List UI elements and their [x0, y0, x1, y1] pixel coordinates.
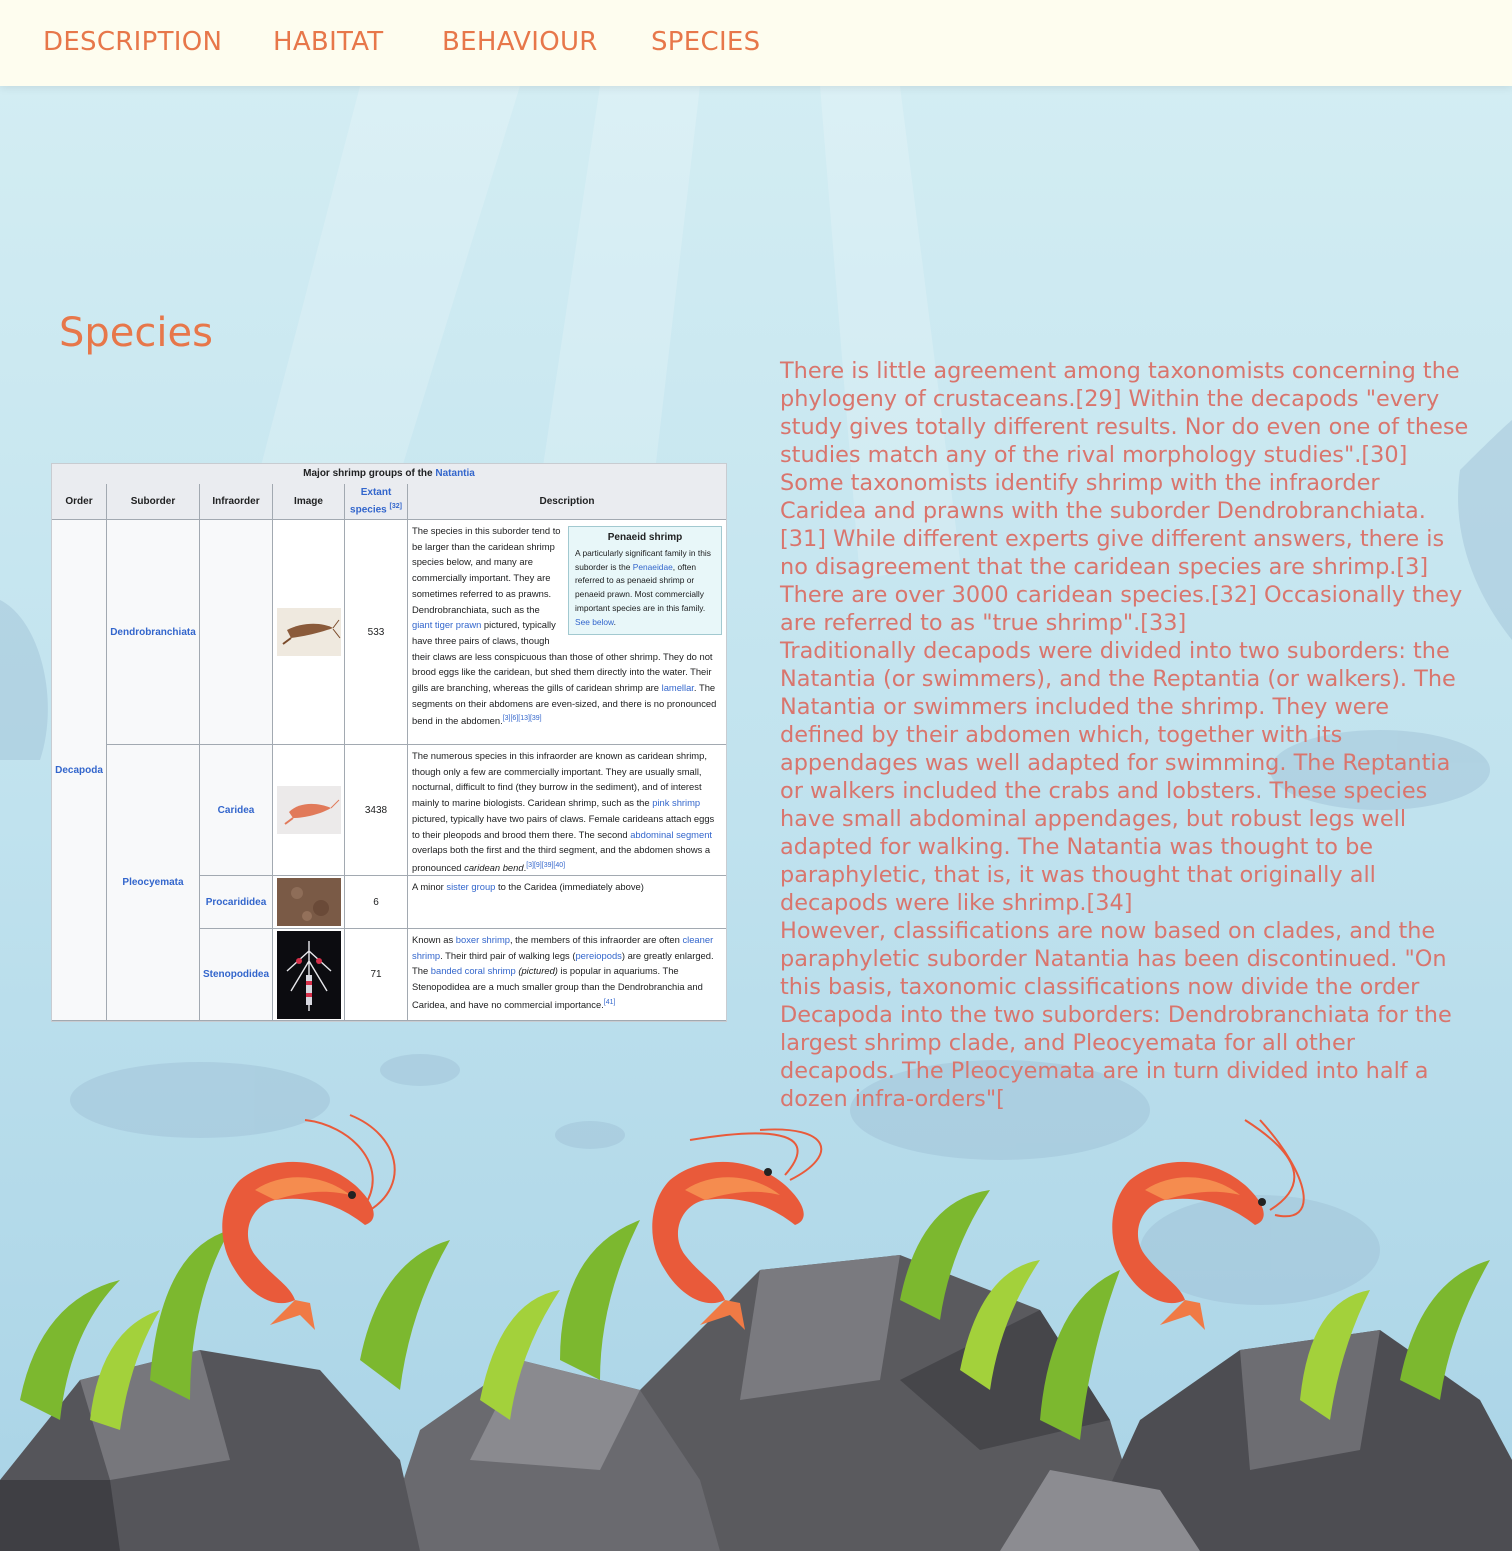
caridean-bend-text: caridean bend — [464, 862, 524, 874]
natantia-link[interactable]: Natantia — [435, 468, 474, 479]
species-article: There is little agreement among taxonomi… — [780, 357, 1470, 1113]
infobox-title: Penaeid shrimp — [607, 532, 683, 543]
procarididea-link[interactable]: Procarididea — [206, 897, 267, 908]
infraorder-cell-empty — [200, 520, 273, 745]
header-suborder: Suborder — [107, 484, 200, 520]
giant-tiger-prawn-link[interactable]: giant tiger prawn — [412, 619, 481, 630]
infraorder-cell: Caridea — [200, 745, 273, 876]
species-count: 71 — [345, 929, 408, 1021]
order-cell: Decapoda — [52, 520, 107, 1021]
header-extant-species: Extant species [32] — [345, 484, 408, 520]
sister-group-link[interactable]: sister group — [446, 881, 495, 892]
description-text: The species in this suborder tend to be … — [412, 525, 561, 615]
shrimp-groups-table: Major shrimp groups of the Natantia Orde… — [51, 463, 727, 1022]
procarididea-image[interactable] — [276, 878, 341, 926]
table-caption: Major shrimp groups of the Natantia — [52, 464, 726, 485]
page-title: Species — [59, 310, 213, 356]
dendrobranchiata-link[interactable]: Dendrobranchiata — [110, 627, 196, 638]
header-description: Description — [408, 484, 726, 520]
pink-shrimp-image[interactable] — [276, 786, 341, 834]
boxer-shrimp-link[interactable]: boxer shrimp — [456, 934, 510, 945]
species-count: 6 — [345, 876, 408, 929]
stenopodidea-link[interactable]: Stenopodidea — [203, 969, 269, 980]
image-cell — [273, 876, 345, 929]
nav-description[interactable]: DESCRIPTION — [43, 27, 222, 57]
reference-link[interactable]: [41] — [604, 999, 616, 1006]
image-cell — [273, 745, 345, 876]
species-count: 533 — [345, 520, 408, 745]
nav-species[interactable]: SPECIES — [651, 27, 760, 57]
description-procarididea: A minor sister group to the Caridea (imm… — [408, 876, 726, 929]
infraorder-cell: Stenopodidea — [200, 929, 273, 1021]
top-nav: DESCRIPTION HABITAT BEHAVIOUR SPECIES — [0, 0, 1512, 86]
suborder-cell: Pleocyemata — [107, 745, 200, 1021]
penaeidae-link[interactable]: Penaeidae — [633, 562, 673, 572]
header-image: Image — [273, 484, 345, 520]
reference-link[interactable]: [3][6][13][39] — [503, 715, 542, 722]
description-text: A minor — [412, 881, 447, 892]
extant-species-link[interactable]: Extant species — [350, 487, 391, 515]
infraorder-cell: Procarididea — [200, 876, 273, 929]
description-text: Known as — [412, 934, 456, 945]
description-dendrobranchiata: Penaeid shrimp A particularly significan… — [408, 520, 726, 745]
infobox-text: . — [613, 616, 616, 627]
header-infraorder: Infraorder — [200, 484, 273, 520]
penaeid-infobox: Penaeid shrimp A particularly significan… — [568, 526, 722, 635]
suborder-cell: Dendrobranchiata — [107, 520, 200, 745]
description-text: to the Caridea (immediately above) — [495, 881, 644, 892]
decapoda-link[interactable]: Decapoda — [55, 765, 103, 776]
description-caridea: The numerous species in this infraorder … — [408, 745, 726, 876]
article-paragraph: However, classifications are now based o… — [780, 918, 1452, 1112]
description-stenopodidea: Known as boxer shrimp, the members of th… — [408, 929, 726, 1021]
pereiopods-link[interactable]: pereiopods — [575, 950, 621, 961]
header-order: Order — [52, 484, 107, 520]
image-cell — [273, 929, 345, 1021]
reference-link[interactable]: [32] — [390, 503, 402, 510]
pictured-text: (pictured) — [515, 965, 558, 977]
description-text: . Their third pair of walking legs ( — [440, 949, 576, 961]
pleocyemata-link[interactable]: Pleocyemata — [122, 877, 183, 888]
reference-link[interactable]: [3][9][39][40] — [526, 862, 565, 869]
image-cell — [273, 520, 345, 745]
giant-tiger-prawn-image[interactable] — [276, 608, 341, 656]
nav-behaviour[interactable]: BEHAVIOUR — [442, 27, 598, 57]
see-below-link[interactable]: See below — [575, 617, 614, 627]
abdominal-segment-link[interactable]: abdominal segment — [630, 829, 712, 840]
nav-habitat[interactable]: HABITAT — [273, 27, 383, 57]
description-text: , the members of this infraorder are oft… — [509, 934, 683, 945]
pink-shrimp-link[interactable]: pink shrimp — [652, 797, 700, 808]
species-count: 3438 — [345, 745, 408, 876]
caridea-link[interactable]: Caridea — [218, 805, 255, 816]
banded-coral-shrimp-image[interactable] — [276, 930, 341, 1019]
banded-coral-shrimp-link[interactable]: banded coral shrimp — [431, 965, 516, 976]
article-paragraph: Traditionally decapods were divided into… — [780, 638, 1456, 916]
article-paragraph: There is little agreement among taxonomi… — [780, 358, 1469, 636]
lamellar-link[interactable]: lamellar — [662, 682, 694, 693]
table-caption-text: Major shrimp groups of the — [303, 468, 436, 479]
